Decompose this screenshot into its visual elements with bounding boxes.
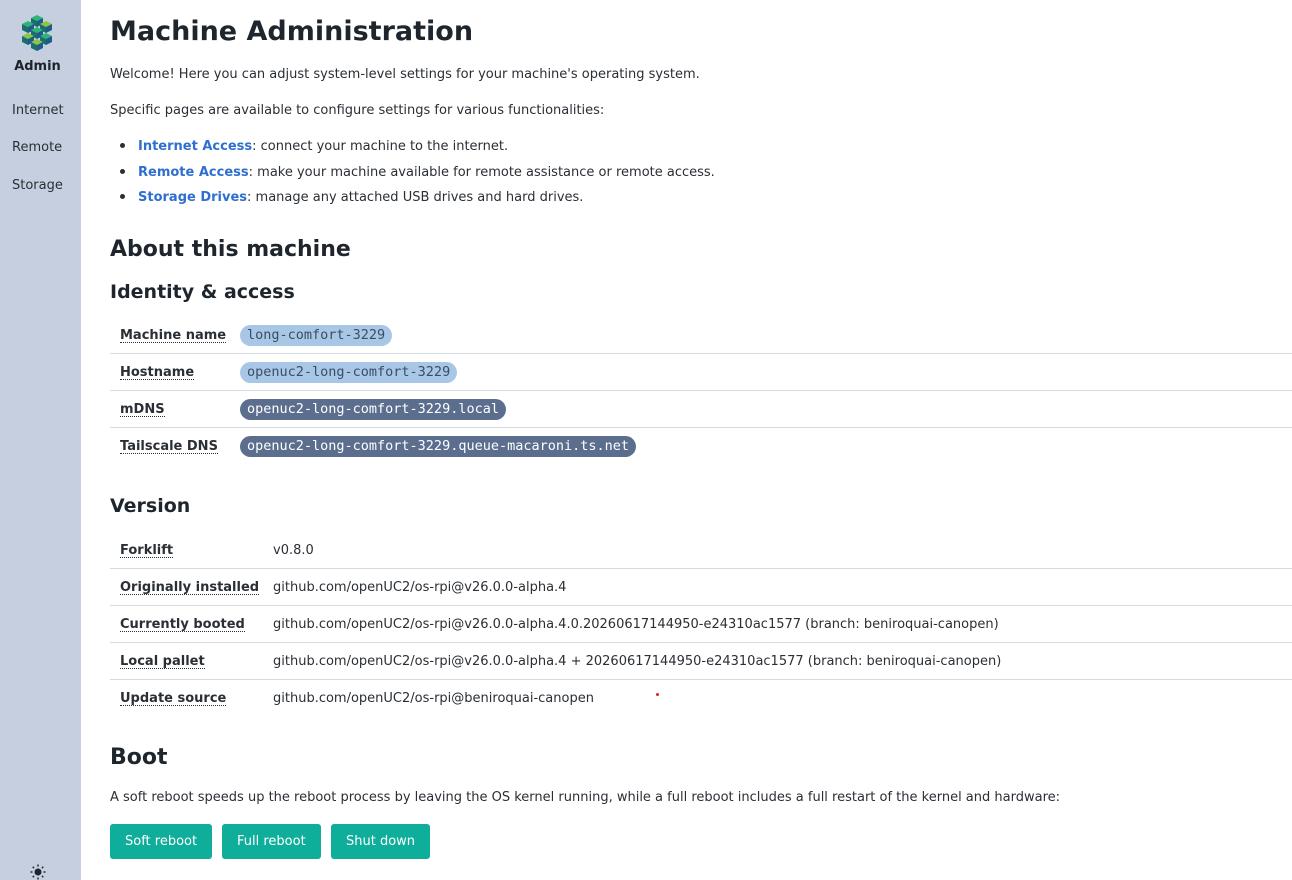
mdns-value[interactable]: openuc2-long-comfort-3229.local: [240, 399, 506, 420]
list-item: Storage Drives: manage any attached USB …: [120, 190, 583, 205]
table-row: Local pallet github.com/openUC2/os-rpi@v…: [110, 643, 1292, 680]
table-row: Originally installed github.com/openUC2/…: [110, 569, 1292, 606]
app-logo[interactable]: [19, 15, 55, 55]
local-pallet-value: github.com/openUC2/os-rpi@v26.0.0-alpha.…: [273, 654, 1002, 669]
link-description: : connect your machine to the internet.: [252, 139, 509, 154]
table-row: Machine name long-comfort-3229: [110, 317, 1292, 354]
originally-installed-label: Originally installed: [120, 580, 260, 595]
sidebar-brand[interactable]: Admin: [0, 59, 75, 74]
hostname-value: openuc2-long-comfort-3229: [240, 362, 458, 383]
originally-installed-value: github.com/openUC2/os-rpi@v26.0.0-alpha.…: [273, 580, 567, 595]
tailscale-dns-value[interactable]: openuc2-long-comfort-3229.queue-macaroni…: [240, 436, 637, 457]
table-row: Tailscale DNS openuc2-long-comfort-3229.…: [110, 428, 1292, 465]
intro-text: Specific pages are available to configur…: [110, 103, 605, 118]
shut-down-button[interactable]: Shut down: [331, 824, 431, 859]
sun-icon[interactable]: [30, 864, 46, 880]
bullet: [120, 194, 125, 199]
update-source-label: Update source: [120, 691, 227, 706]
sidebar-item-remote[interactable]: Remote: [12, 140, 62, 155]
soft-reboot-button[interactable]: Soft reboot: [110, 824, 213, 859]
list-item: Remote Access: make your machine availab…: [120, 165, 715, 180]
sidebar-item-internet[interactable]: Internet: [12, 103, 64, 118]
welcome-text: Welcome! Here you can adjust system-leve…: [110, 67, 700, 82]
sidebar: Admin Internet Remote Storage: [0, 0, 81, 880]
identity-table: Machine name long-comfort-3229 Hostname …: [110, 317, 1292, 465]
link-description: : make your machine available for remote…: [248, 165, 715, 180]
currently-booted-value: github.com/openUC2/os-rpi@v26.0.0-alpha.…: [273, 617, 999, 632]
list-item: Internet Access: connect your machine to…: [120, 139, 508, 154]
forklift-label: Forklift: [120, 543, 174, 558]
hostname-label: Hostname: [120, 365, 195, 380]
bullet: [120, 169, 125, 174]
table-row: Forklift v0.8.0: [110, 532, 1292, 569]
storage-drives-link[interactable]: Storage Drives: [138, 190, 247, 205]
identity-heading: Identity & access: [110, 281, 295, 303]
boot-description: A soft reboot speeds up the reboot proce…: [110, 790, 1061, 805]
internet-access-link[interactable]: Internet Access: [138, 139, 252, 154]
table-row: Update source github.com/openUC2/os-rpi@…: [110, 680, 1292, 717]
currently-booted-label: Currently booted: [120, 617, 245, 632]
link-description: : manage any attached USB drives and har…: [247, 190, 584, 205]
full-reboot-button[interactable]: Full reboot: [222, 824, 321, 859]
bullet: [120, 143, 125, 148]
version-heading: Version: [110, 495, 191, 517]
page-title: Machine Administration: [110, 16, 474, 47]
status-dot: [656, 693, 659, 696]
table-row: mDNS openuc2-long-comfort-3229.local: [110, 391, 1292, 428]
tailscale-dns-label: Tailscale DNS: [120, 439, 218, 454]
about-heading: About this machine: [110, 237, 351, 262]
sidebar-item-storage[interactable]: Storage: [12, 178, 63, 193]
remote-access-link[interactable]: Remote Access: [138, 165, 249, 180]
local-pallet-label: Local pallet: [120, 654, 205, 669]
version-table: Forklift v0.8.0 Originally installed git…: [110, 532, 1292, 717]
machine-name-label: Machine name: [120, 328, 227, 343]
update-source-value: github.com/openUC2/os-rpi@beniroquai-can…: [273, 691, 594, 706]
table-row: Hostname openuc2-long-comfort-3229: [110, 354, 1292, 391]
machine-name-value: long-comfort-3229: [240, 325, 393, 346]
table-row: Currently booted github.com/openUC2/os-r…: [110, 606, 1292, 643]
mdns-label: mDNS: [120, 402, 165, 417]
boot-heading: Boot: [110, 745, 168, 770]
forklift-value: v0.8.0: [273, 543, 314, 558]
